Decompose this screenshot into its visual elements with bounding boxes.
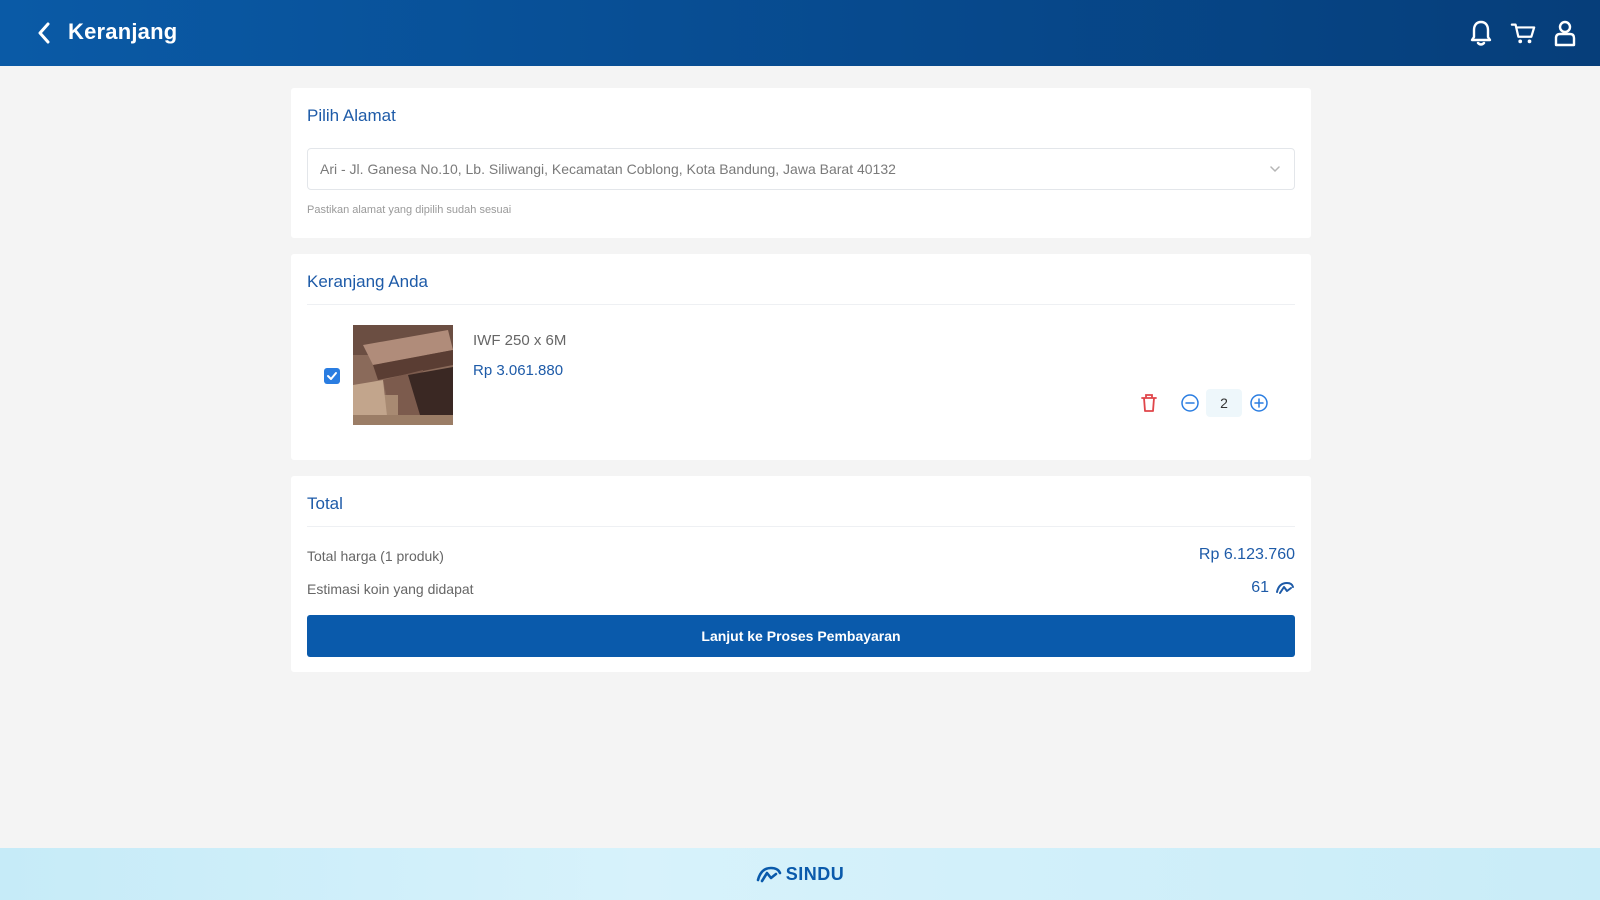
- steel-beam-image: [353, 325, 453, 425]
- plus-circle-icon: [1250, 394, 1268, 412]
- sindu-logo-icon: [756, 866, 782, 883]
- address-hint: Pastikan alamat yang dipilih sudah sesua…: [307, 204, 512, 216]
- address-card: Pilih Alamat Ari - Jl. Ganesa No.10, Lb.…: [291, 88, 1311, 238]
- checkout-button[interactable]: Lanjut ke Proses Pembayaran: [307, 615, 1295, 657]
- chevron-left-icon: [38, 22, 50, 44]
- product-image[interactable]: [353, 325, 453, 425]
- minus-circle-icon: [1181, 394, 1199, 412]
- total-price-label: Total harga (1 produk): [307, 548, 444, 564]
- section-divider: [307, 526, 1295, 527]
- address-section-title: Pilih Alamat: [307, 106, 396, 125]
- selected-address: Ari - Jl. Ganesa No.10, Lb. Siliwangi, K…: [320, 161, 896, 177]
- total-section-title: Total: [307, 494, 343, 513]
- address-select[interactable]: Ari - Jl. Ganesa No.10, Lb. Siliwangi, K…: [307, 148, 1295, 190]
- product-name: IWF 250 x 6M: [473, 332, 567, 349]
- trash-icon: [1141, 394, 1157, 412]
- total-price-value: Rp 6.123.760: [1199, 546, 1295, 564]
- coin-estimate-label: Estimasi koin yang didapat: [307, 581, 474, 597]
- total-card: Total Total harga (1 produk) Rp 6.123.76…: [291, 476, 1311, 672]
- product-price: Rp 3.061.880: [473, 362, 564, 379]
- footer: SINDU: [0, 848, 1600, 900]
- item-checkbox[interactable]: [324, 368, 340, 384]
- coin-icon: [1276, 581, 1294, 594]
- section-divider: [307, 304, 1295, 305]
- header-actions: [1468, 18, 1578, 48]
- profile-button[interactable]: [1552, 18, 1578, 48]
- bell-icon: [1470, 20, 1492, 46]
- delete-item-button[interactable]: [1138, 392, 1160, 414]
- checkmark-icon: [327, 372, 337, 380]
- increase-quantity-button[interactable]: [1248, 392, 1270, 414]
- notifications-button[interactable]: [1468, 18, 1494, 48]
- chevron-down-icon: [1270, 166, 1280, 173]
- cart-icon: [1510, 23, 1536, 44]
- cart-card: Keranjang Anda IWF 250 x 6M Rp 3.061.880: [291, 254, 1311, 460]
- quantity-value[interactable]: 2: [1206, 389, 1242, 417]
- coin-estimate-value: 61: [1251, 579, 1295, 597]
- back-button[interactable]: [32, 21, 56, 45]
- total-price-amount: Rp 6.123.760: [1198, 546, 1295, 563]
- cart-section-title: Keranjang Anda: [307, 272, 428, 291]
- cart-button[interactable]: [1510, 18, 1536, 48]
- decrease-quantity-button[interactable]: [1179, 392, 1201, 414]
- coin-amount: 61: [1251, 579, 1269, 596]
- footer-brand: SINDU: [785, 863, 845, 884]
- user-icon: [1554, 20, 1576, 47]
- page-title: Keranjang: [68, 19, 178, 44]
- top-app-bar: Keranjang: [0, 0, 1600, 66]
